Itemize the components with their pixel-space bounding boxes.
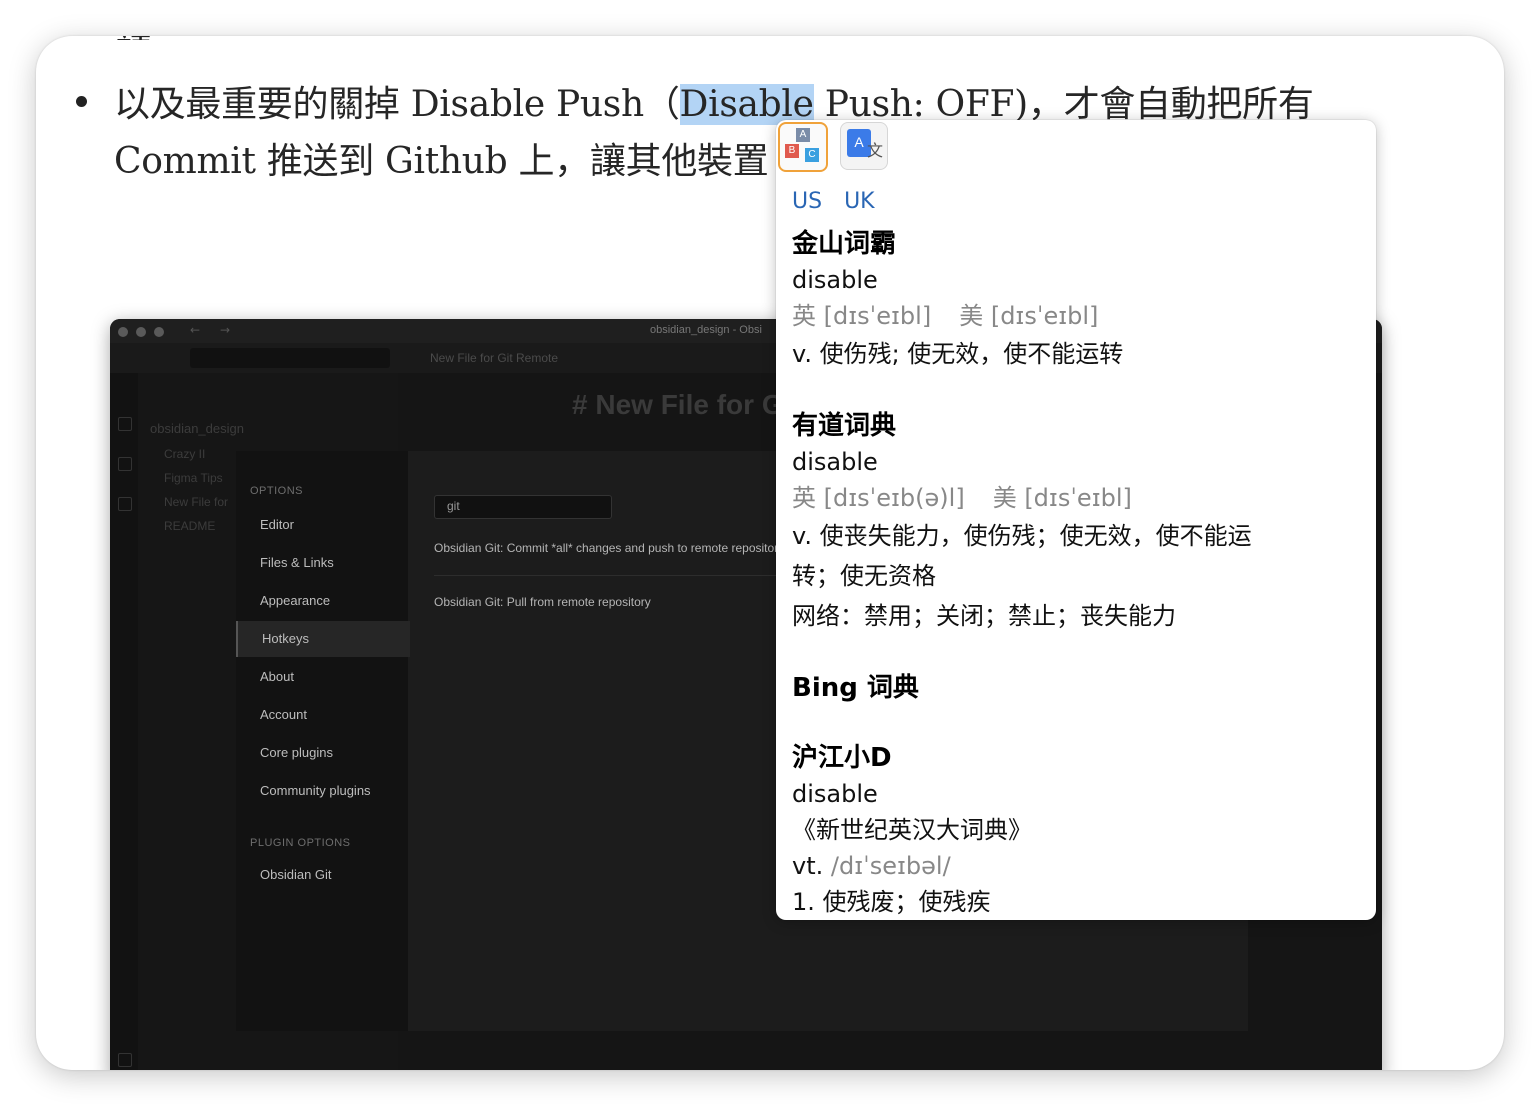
uk-pronunciation-link[interactable]: UK: [844, 189, 875, 214]
previous-line-fragment: 請，: [116, 36, 188, 40]
phonetics: 英 [dɪsˈeɪb(ə)l] 美 [dɪsˈeɪbl]: [792, 484, 1132, 512]
settings-item-files-links: Files & Links: [260, 555, 334, 570]
forward-arrow-icon: →: [220, 323, 231, 337]
vault-name: obsidian_design: [150, 421, 244, 436]
ribbon-icon: [118, 457, 132, 471]
ribbon-icon: [118, 1053, 132, 1067]
abc-dictionary-icon[interactable]: A B C: [778, 122, 828, 172]
source-title-youdao[interactable]: 有道词典: [792, 408, 1362, 444]
hotkey-row: Obsidian Git: Commit *all* changes and p…: [434, 541, 785, 555]
file-item: New File for: [164, 495, 229, 509]
settings-item-editor: Editor: [260, 517, 294, 532]
article-card: 請， 以及最重要的關掉 Disable Push（Disable Push: O…: [36, 36, 1504, 1070]
settings-item-community-plugins: Community plugins: [260, 783, 371, 798]
minimize-window-dot: [136, 327, 146, 337]
source-title-bing[interactable]: Bing 词典: [792, 670, 1362, 706]
active-tab-title: New File for Git Remote: [430, 351, 559, 365]
dictionary-content: US UK 金山词霸 disable 英 [dɪsˈeɪbl] 美 [dɪsˈeɪb…: [792, 184, 1362, 920]
note-heading: # New File for G: [572, 389, 784, 420]
file-item: Figma Tips: [164, 471, 223, 485]
bullet-marker: [76, 96, 87, 107]
paragraph-text-start: 以及最重要的關掉 Disable Push（: [114, 84, 680, 125]
headword: disable: [792, 780, 878, 808]
search-box: [190, 348, 390, 368]
options-header: OPTIONS: [250, 485, 304, 497]
close-window-dot: [118, 327, 128, 337]
selected-word[interactable]: Disable: [679, 84, 814, 125]
left-ribbon: [110, 373, 139, 1070]
source-title-jinshan[interactable]: 金山词霸: [792, 226, 1362, 262]
settings-item-core-plugins: Core plugins: [260, 745, 333, 760]
zoom-window-dot: [154, 327, 164, 337]
web-definition: 网络：禁用；关闭；禁止；丧失能力: [792, 602, 1176, 630]
settings-sidebar: OPTIONS Editor Files & Links Appearance …: [236, 451, 410, 1031]
definition: v. 使丧失能力，使伤残；使无效，使不能运 转；使无资格: [792, 522, 1252, 590]
popup-toolbar: A B C A 文: [776, 120, 916, 176]
settings-item-about: About: [260, 669, 294, 684]
headword: disable: [792, 448, 878, 476]
dictionary-popup: A B C A 文 US UK 金山词霸 disable 英 [dɪsˈeɪbl]…: [776, 120, 1376, 920]
google-translate-icon[interactable]: A 文: [840, 122, 888, 170]
headword: disable: [792, 266, 878, 294]
definition: v. 使伤残; 使无效，使不能运转: [792, 340, 1124, 368]
phonetics: 英 [dɪsˈeɪbl] 美 [dɪsˈeɪbl]: [792, 302, 1099, 330]
hotkey-search-field: git: [434, 495, 612, 519]
settings-item-hotkeys: Hotkeys: [236, 621, 410, 657]
pronunciation-links: US UK: [792, 184, 1362, 220]
paragraph-line-2: Commit 推送到 Github 上，讓其他裝置: [114, 141, 769, 182]
file-item: Crazy II: [164, 447, 206, 461]
ribbon-icon: [118, 497, 132, 511]
plugin-options-header: PLUGIN OPTIONS: [250, 837, 351, 849]
pos-phonetic: vt. /dɪˈseɪbəl/: [792, 852, 951, 880]
dictionary-name: 《新世纪英汉大词典》: [792, 816, 1032, 844]
paragraph-text-rest: Push: OFF)，才會自動把所有: [813, 84, 1314, 125]
file-item: README: [164, 519, 216, 533]
window-title: obsidian_design - Obsi: [650, 324, 762, 336]
settings-item-appearance: Appearance: [260, 593, 331, 608]
back-arrow-icon: ←: [190, 323, 201, 337]
settings-item-obsidian-git: Obsidian Git: [260, 867, 332, 882]
us-pronunciation-link[interactable]: US: [792, 189, 822, 214]
sense-1: 1. 使残废；使残疾: [792, 888, 991, 916]
source-title-hujiang[interactable]: 沪江小D: [792, 740, 1362, 776]
ribbon-icon: [118, 417, 132, 431]
settings-item-account: Account: [260, 707, 307, 722]
hotkey-row: Obsidian Git: Pull from remote repositor…: [434, 595, 651, 609]
